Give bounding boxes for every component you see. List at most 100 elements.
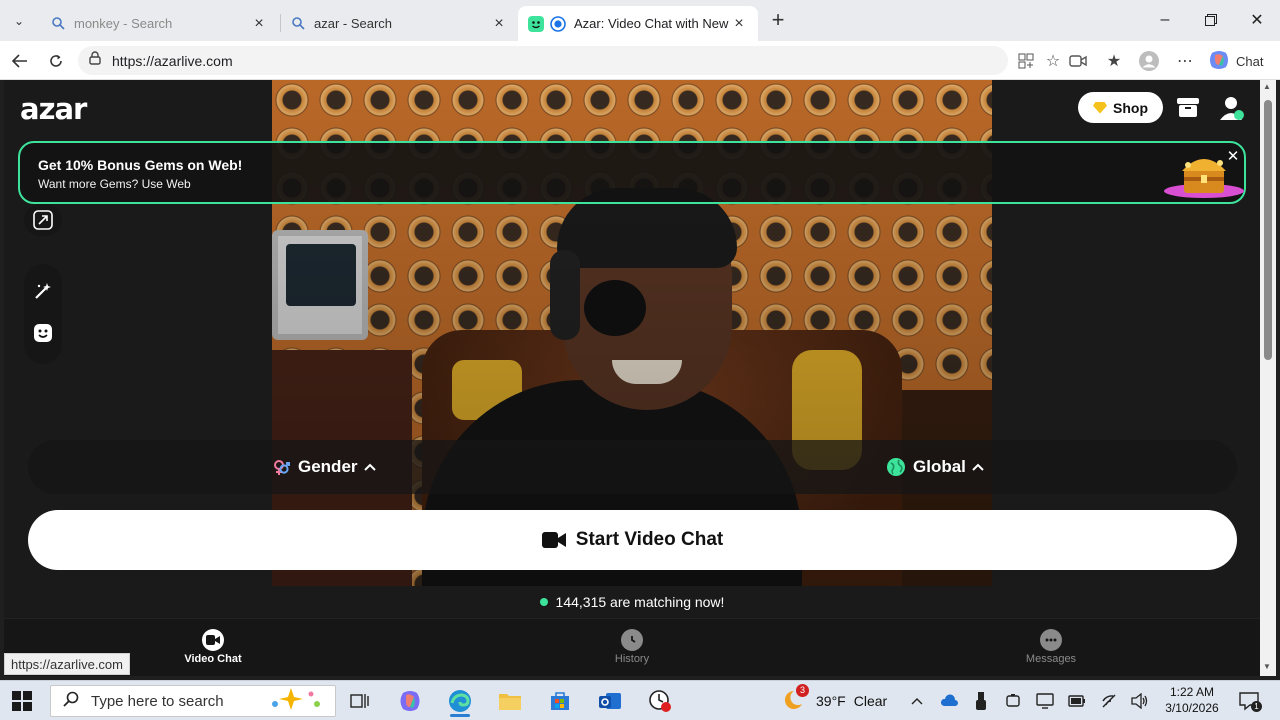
tab-actions-chevron-icon[interactable]: ⌄ bbox=[8, 10, 30, 32]
tab-title: azar - Search bbox=[314, 16, 393, 31]
weather-temperature: 39°F bbox=[816, 693, 846, 709]
browser-toolbar: https://azarlive.com ☆ ★ ⋯ Chat bbox=[0, 41, 1280, 80]
refresh-icon[interactable] bbox=[44, 49, 68, 73]
profile-avatar-icon[interactable] bbox=[1137, 49, 1161, 73]
copilot-chat-button[interactable]: Chat bbox=[1208, 48, 1263, 74]
tab-monkey-search[interactable]: monkey - Search × bbox=[40, 6, 278, 41]
taskbar-clock[interactable]: 1:22 AM 3/10/2026 bbox=[1160, 684, 1224, 716]
tab-azar-search[interactable]: azar - Search × bbox=[280, 6, 518, 41]
chat-bubble-icon bbox=[1040, 629, 1062, 651]
task-view-icon[interactable] bbox=[342, 685, 378, 717]
back-arrow-icon[interactable] bbox=[8, 49, 32, 73]
link-status-url: https://azarlive.com bbox=[4, 653, 130, 675]
search-highlight-sparkle-icon bbox=[267, 686, 327, 717]
meet-now-icon[interactable] bbox=[1003, 691, 1023, 711]
search-icon bbox=[50, 16, 66, 32]
scroll-down-arrow-icon[interactable]: ▼ bbox=[1263, 662, 1271, 671]
start-video-chat-label: Start Video Chat bbox=[575, 529, 724, 550]
search-icon bbox=[290, 16, 306, 32]
clock-time: 1:22 AM bbox=[1169, 685, 1215, 699]
screen-recorder-app-icon[interactable] bbox=[642, 685, 678, 717]
close-tab-icon[interactable]: × bbox=[490, 15, 508, 33]
region-filter-button[interactable]: Global bbox=[887, 457, 984, 477]
favorite-star-icon[interactable]: ☆ bbox=[1041, 49, 1065, 73]
azar-page: azar Shop Get 10% Bonus Gems on Web! Wan… bbox=[4, 80, 1260, 676]
onedrive-cloud-icon[interactable] bbox=[939, 691, 959, 711]
chevron-up-icon bbox=[972, 460, 984, 474]
nav-messages-label: Messages bbox=[1025, 653, 1077, 665]
media-recording-icon bbox=[550, 15, 566, 32]
outlook-mail-icon[interactable] bbox=[592, 685, 628, 717]
start-video-chat-button[interactable]: Start Video Chat bbox=[28, 510, 1237, 570]
expand-fullscreen-icon[interactable] bbox=[32, 209, 54, 231]
windows-taskbar: Type here to search 3 39°F Clear 1:22 AM… bbox=[0, 680, 1280, 720]
favorites-icon[interactable]: ★ bbox=[1102, 49, 1126, 73]
gender-icon bbox=[272, 458, 290, 476]
file-explorer-icon[interactable] bbox=[492, 685, 528, 717]
tab-title: monkey - Search bbox=[74, 16, 173, 31]
close-window-icon[interactable]: ✕ bbox=[1234, 0, 1280, 40]
gender-filter-label: Gender bbox=[298, 457, 358, 476]
shop-label: Shop bbox=[1113, 99, 1148, 116]
promo-subtitle: Want more Gems? Use Web bbox=[38, 177, 191, 191]
display-settings-icon[interactable] bbox=[1035, 691, 1055, 711]
scrollbar-thumb[interactable] bbox=[1264, 100, 1272, 360]
url-text[interactable]: https://azarlive.com bbox=[112, 53, 233, 69]
close-promo-icon[interactable]: ✕ bbox=[1225, 148, 1241, 165]
gender-filter-button[interactable]: Gender bbox=[272, 457, 376, 477]
magic-wand-effects-icon[interactable] bbox=[32, 280, 54, 302]
face-sticker-icon[interactable] bbox=[32, 322, 54, 344]
minimize-window-icon[interactable]: – bbox=[1142, 0, 1188, 40]
nav-history[interactable]: History bbox=[582, 629, 682, 665]
tab-azar-video-chat[interactable]: Azar: Video Chat with New People × bbox=[518, 6, 758, 41]
region-filter-label: Global bbox=[913, 457, 966, 476]
taskbar-search-placeholder: Type here to search bbox=[91, 692, 224, 710]
more-menu-icon[interactable]: ⋯ bbox=[1173, 49, 1197, 73]
moon-weather-icon: 3 bbox=[784, 683, 809, 715]
weather-widget[interactable]: 3 39°F Clear bbox=[784, 683, 887, 715]
tab-title: Azar: Video Chat with New People bbox=[574, 16, 730, 31]
restore-window-icon[interactable] bbox=[1188, 0, 1234, 40]
camera-in-use-icon[interactable] bbox=[1066, 49, 1090, 73]
page-scrollbar[interactable]: ▲ ▼ bbox=[1260, 80, 1276, 676]
bonus-gems-promo-banner[interactable]: Get 10% Bonus Gems on Web! Want more Gem… bbox=[18, 141, 1246, 204]
video-camera-icon bbox=[541, 531, 566, 549]
match-filter-bar: Gender Global bbox=[28, 440, 1237, 494]
close-tab-icon[interactable]: × bbox=[730, 15, 748, 33]
matching-count-text: 144,315 are matching now! bbox=[555, 594, 725, 610]
new-tab-plus-icon[interactable]: + bbox=[766, 7, 790, 32]
online-dot-icon bbox=[539, 598, 548, 606]
store-box-icon[interactable] bbox=[1176, 96, 1200, 118]
user-profile-icon[interactable] bbox=[1218, 94, 1246, 122]
usb-device-icon[interactable] bbox=[971, 691, 991, 711]
site-info-lock-icon[interactable] bbox=[88, 51, 102, 70]
taskbar-search-box[interactable]: Type here to search bbox=[50, 685, 336, 717]
speaker-volume-icon[interactable] bbox=[1130, 691, 1150, 711]
copilot-app-icon[interactable] bbox=[392, 685, 428, 717]
show-hidden-icons-chevron-icon[interactable] bbox=[907, 691, 927, 711]
side-toolbar-top bbox=[24, 204, 62, 236]
shop-button[interactable]: Shop bbox=[1078, 92, 1163, 123]
battery-icon[interactable] bbox=[1067, 691, 1087, 711]
clock-history-icon bbox=[621, 629, 643, 651]
azar-app-icon bbox=[528, 15, 544, 32]
promo-title: Get 10% Bonus Gems on Web! bbox=[38, 157, 243, 173]
notification-center-icon[interactable]: 1 bbox=[1238, 690, 1262, 712]
gem-icon bbox=[1093, 101, 1107, 114]
chat-label: Chat bbox=[1236, 53, 1264, 69]
address-bar[interactable]: https://azarlive.com bbox=[78, 46, 1008, 75]
wifi-network-icon[interactable] bbox=[1100, 691, 1120, 711]
azar-logo[interactable]: azar bbox=[20, 92, 87, 126]
scroll-up-arrow-icon[interactable]: ▲ bbox=[1263, 82, 1271, 91]
close-tab-icon[interactable]: × bbox=[250, 15, 268, 33]
chevron-up-icon bbox=[363, 460, 376, 474]
globe-icon bbox=[887, 458, 905, 476]
nav-video-chat[interactable]: Video Chat bbox=[163, 629, 263, 665]
microsoft-store-icon[interactable] bbox=[542, 685, 578, 717]
edge-browser-icon[interactable] bbox=[442, 685, 478, 717]
app-available-icon[interactable] bbox=[1014, 49, 1038, 73]
video-chat-nav-icon bbox=[202, 629, 224, 651]
nav-messages[interactable]: Messages bbox=[1001, 629, 1101, 665]
browser-tab-strip: ⌄ monkey - Search × azar - Search × Azar… bbox=[0, 0, 1280, 41]
windows-start-icon[interactable] bbox=[12, 691, 32, 711]
